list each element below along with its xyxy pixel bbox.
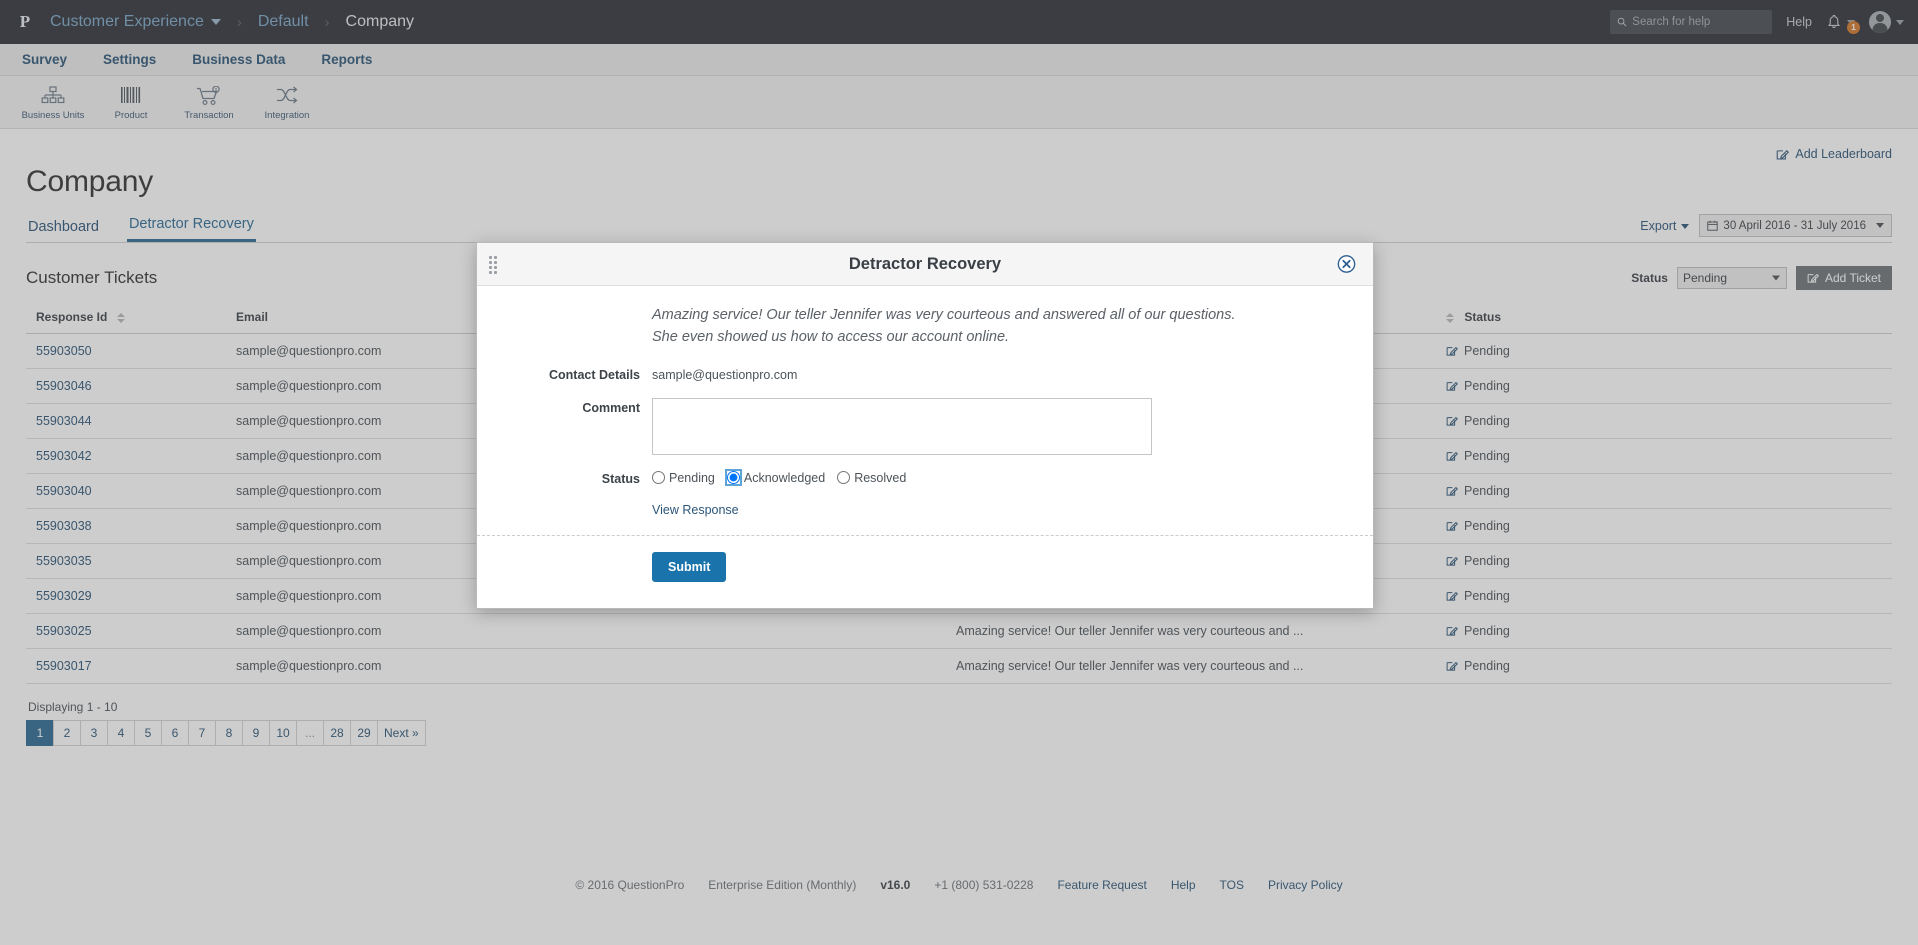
modal-header: Detractor Recovery — [477, 243, 1373, 286]
status-option-label: Resolved — [854, 470, 907, 485]
contact-details-label: Contact Details — [549, 367, 640, 382]
comment-input[interactable] — [652, 397, 1152, 455]
comment-label: Comment — [582, 400, 640, 415]
contact-details-row: Contact Details sample@questionpro.com — [477, 365, 1373, 382]
modal-footer: Submit — [477, 536, 1373, 608]
modal-title: Detractor Recovery — [848, 254, 1002, 273]
modal-body: Amazing service! Our teller Jennifer was… — [477, 286, 1373, 608]
status-radio-group: Pending Acknowledged Resolved — [652, 469, 914, 487]
status-option-label: Pending — [669, 470, 715, 485]
status-option-pending[interactable]: Pending — [652, 471, 715, 485]
close-icon[interactable] — [1337, 255, 1356, 274]
status-radio-acknowledged[interactable] — [724, 469, 742, 487]
status-option-label: Acknowledged — [743, 470, 826, 485]
comment-row: Comment — [477, 397, 1373, 455]
view-response-link[interactable]: View Response — [652, 503, 1373, 517]
status-radio-resolved[interactable] — [837, 471, 851, 485]
contact-details-value: sample@questionpro.com — [652, 367, 798, 382]
modal-status-label: Status — [601, 471, 640, 486]
status-option-resolved[interactable]: Resolved — [837, 471, 906, 485]
submit-button[interactable]: Submit — [652, 551, 727, 582]
status-row: Status Pending Acknowledged Resolved — [477, 469, 1373, 487]
response-text: Amazing service! Our teller Jennifer was… — [652, 307, 1236, 346]
status-option-acknowledged[interactable]: Acknowledged — [724, 469, 826, 487]
detractor-recovery-modal: Detractor Recovery Amazing service! Our … — [476, 242, 1374, 609]
drag-handle-icon[interactable] — [489, 256, 501, 274]
status-radio-pending[interactable] — [652, 471, 665, 485]
